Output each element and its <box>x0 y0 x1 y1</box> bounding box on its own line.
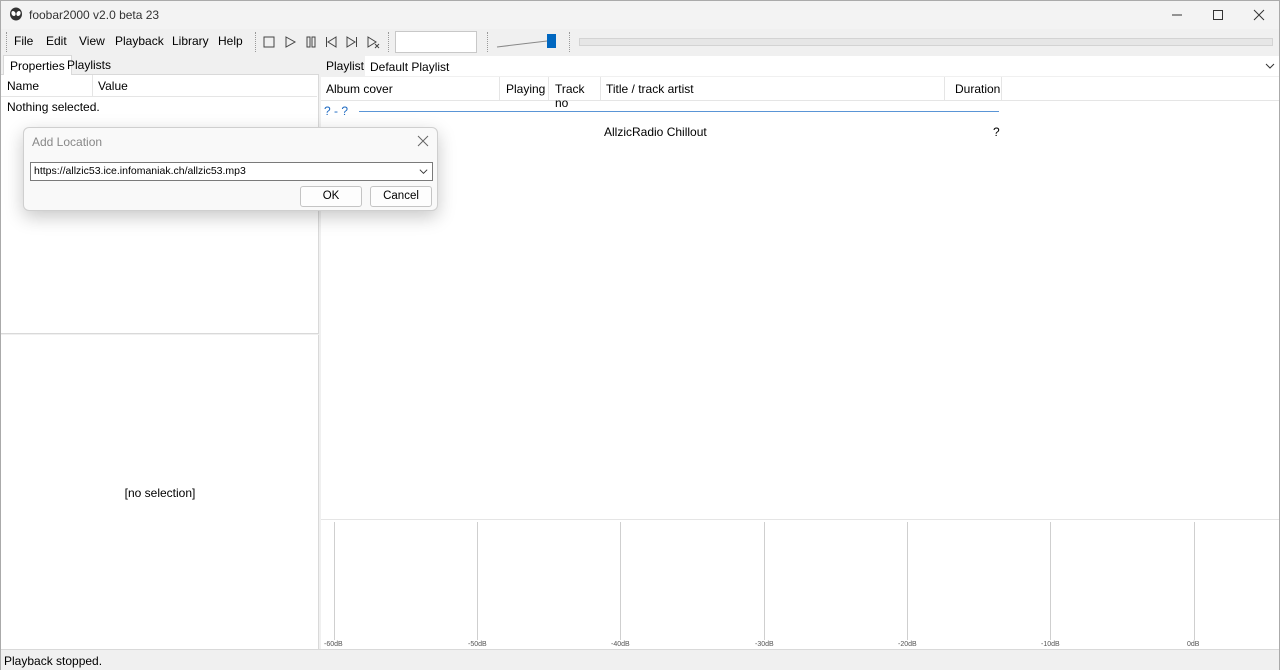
menu-view[interactable]: View <box>79 34 105 48</box>
maximize-icon <box>1213 10 1223 20</box>
close-icon <box>1253 9 1265 21</box>
db-gridline <box>907 522 908 640</box>
random-icon <box>367 36 380 49</box>
toolbar-grip[interactable] <box>255 32 258 52</box>
previous-button[interactable] <box>322 33 340 51</box>
previous-icon <box>326 36 337 48</box>
db-label: -60dB <box>324 641 343 648</box>
track-duration: ? <box>993 125 1000 139</box>
db-gridline <box>620 522 621 640</box>
cancel-button[interactable]: Cancel <box>370 186 432 207</box>
menu-help[interactable]: Help <box>218 34 243 48</box>
window-title: foobar2000 v2.0 beta 23 <box>29 8 160 22</box>
menu-library[interactable]: Library <box>172 34 209 48</box>
volume-slider[interactable] <box>495 31 559 53</box>
menu-edit[interactable]: Edit <box>46 34 67 48</box>
play-icon <box>285 36 297 48</box>
random-button[interactable] <box>364 33 382 51</box>
main-window: foobar2000 v2.0 beta 23 File Edit View P… <box>0 0 1280 670</box>
ok-button[interactable]: OK <box>300 186 362 207</box>
column-title-artist[interactable]: Title / track artist <box>601 77 945 101</box>
play-button[interactable] <box>281 33 299 51</box>
column-value[interactable]: Value <box>98 79 128 93</box>
stop-icon <box>263 36 275 48</box>
alien-icon <box>10 7 22 21</box>
db-gridline <box>477 522 478 640</box>
db-gridline <box>1050 522 1051 640</box>
db-gridline <box>1194 522 1195 640</box>
toolbar-grip[interactable] <box>487 32 490 52</box>
db-label: -10dB <box>1041 641 1060 648</box>
db-label: 0dB <box>1187 641 1200 648</box>
db-label: -20dB <box>898 641 917 648</box>
pause-icon <box>306 36 316 48</box>
toolbar-grip[interactable] <box>6 32 9 52</box>
playlist-switcher: Playlist: Default Playlist <box>321 55 1279 77</box>
column-track-no[interactable]: Track no <box>549 77 601 110</box>
stop-button[interactable] <box>260 33 278 51</box>
status-text: Playback stopped. <box>4 654 103 668</box>
db-gridline <box>334 522 335 640</box>
add-location-dialog: Add Location https://allzic53.ice.infoma… <box>23 127 438 211</box>
chevron-down-icon <box>1265 63 1275 69</box>
next-icon <box>346 36 357 48</box>
minimize-button[interactable] <box>1154 1 1200 29</box>
column-separator <box>92 75 93 97</box>
dialog-close-icon[interactable] <box>416 134 430 148</box>
dialog-title: Add Location <box>32 135 103 149</box>
pause-button[interactable] <box>302 33 320 51</box>
toolbar-grip[interactable] <box>388 32 391 52</box>
column-name[interactable]: Name <box>7 79 39 93</box>
db-label: -50dB <box>468 641 487 648</box>
tab-playlists[interactable]: Playlists <box>61 55 117 75</box>
status-bar: Playback stopped. <box>1 649 1279 670</box>
panel-splitter[interactable] <box>1 333 319 335</box>
album-art-placeholder: [no selection] <box>124 486 196 500</box>
playlist-selected: Default Playlist <box>370 60 450 74</box>
playlist-header: Album cover Playing Track no Title / tra… <box>321 77 1279 110</box>
column-album-cover[interactable]: Album cover <box>321 77 500 101</box>
db-gridline <box>764 522 765 640</box>
left-tabs: Properties Playlists <box>1 55 319 75</box>
seek-bar[interactable] <box>579 38 1273 46</box>
peak-meter: -60dB -50dB -40dB -30dB -20dB -10dB 0dB <box>321 519 1279 649</box>
properties-header: Name Value <box>1 75 317 97</box>
url-value: https://allzic53.ice.infomaniak.ch/allzi… <box>34 165 246 177</box>
db-label: -40dB <box>611 641 630 648</box>
group-header: ? - ? <box>321 104 1001 120</box>
chevron-down-icon[interactable] <box>418 166 429 177</box>
next-button[interactable] <box>343 33 361 51</box>
properties-empty-text: Nothing selected. <box>7 100 100 114</box>
playback-order-box[interactable] <box>395 31 477 53</box>
playlist-dropdown[interactable]: Default Playlist <box>365 56 1279 76</box>
column-playing[interactable]: Playing <box>500 77 549 101</box>
title-bar: foobar2000 v2.0 beta 23 <box>1 1 1279 29</box>
url-input[interactable]: https://allzic53.ice.infomaniak.ch/allzi… <box>30 162 433 181</box>
group-header-text: ? - ? <box>324 104 349 118</box>
db-label: -30dB <box>755 641 774 648</box>
group-line <box>359 111 999 112</box>
maximize-button[interactable] <box>1195 1 1241 29</box>
track-title[interactable]: AllzicRadio Chillout <box>604 125 707 139</box>
column-duration[interactable]: Duration <box>945 77 1002 101</box>
toolbar-grip[interactable] <box>569 32 572 52</box>
close-button[interactable] <box>1236 1 1280 29</box>
minimize-icon <box>1172 14 1182 16</box>
playlist-view[interactable]: Album cover Playing Track no Title / tra… <box>321 77 1279 519</box>
playlist-label: Playlist: <box>326 59 368 73</box>
menu-file[interactable]: File <box>14 34 33 48</box>
menu-playback[interactable]: Playback <box>115 34 164 48</box>
